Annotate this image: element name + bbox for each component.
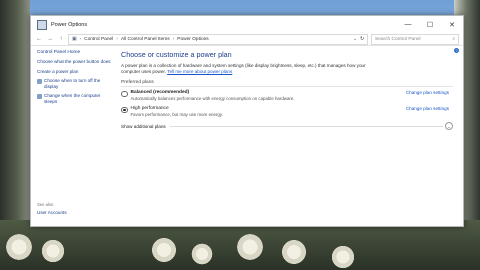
divider — [169, 125, 443, 127]
address-dropdown-icon[interactable]: ⌄ — [353, 37, 357, 42]
sleep-icon — [37, 94, 42, 100]
power-options-window: Power Options — ☐ ✕ ← → ↑ ▣ › Control Pa… — [30, 15, 464, 227]
wallpaper-flower — [4, 232, 34, 262]
search-icon: ⌕ — [452, 37, 455, 42]
description-text: A power plan is a collection of hardware… — [121, 63, 366, 74]
main-panel: Choose or customize a power plan A power… — [113, 46, 463, 226]
sidebar: Control Panel Home Choose what the power… — [31, 46, 113, 226]
plan-balanced: Balanced (recommended) Automatically bal… — [121, 90, 453, 101]
sidebar-item-label: Create a power plan — [37, 68, 79, 74]
address-row: ← → ↑ ▣ › Control Panel › All Control Pa… — [31, 33, 463, 46]
plan-name[interactable]: High performance — [131, 106, 406, 111]
sidebar-item-label: Choose what the power button does — [37, 59, 111, 64]
plan-high-performance: High performance Favors performance, but… — [121, 106, 453, 117]
high-performance-radio[interactable] — [121, 106, 128, 114]
wallpaper-flower — [150, 236, 178, 264]
see-also-user-accounts[interactable]: User Accounts — [37, 210, 67, 216]
display-icon — [37, 79, 42, 85]
breadcrumb-power-options[interactable]: Power Options — [177, 37, 208, 42]
maximize-button[interactable]: ☐ — [419, 16, 441, 33]
show-additional-plans[interactable]: Show additional plans ⌄ — [121, 122, 453, 131]
tell-me-more-link[interactable]: Tell me more about power plans — [167, 69, 232, 74]
sidebar-item-sleep[interactable]: Change when the computer sleeps — [37, 93, 113, 104]
address-bar[interactable]: ▣ › Control Panel › All Control Panel It… — [68, 33, 368, 45]
sidebar-item-label: Change when the computer sleeps — [44, 93, 101, 104]
sidebar-item-create-plan[interactable]: Create a power plan — [37, 69, 113, 75]
forward-arrow-icon[interactable]: → — [46, 36, 54, 42]
up-arrow-icon[interactable]: ↑ — [57, 36, 65, 42]
breadcrumb-control-panel[interactable]: Control Panel — [84, 37, 113, 42]
see-also-heading: See also — [37, 202, 54, 208]
balanced-radio[interactable] — [121, 90, 128, 98]
change-plan-settings-link[interactable]: Change plan settings — [406, 106, 449, 111]
page-title: Choose or customize a power plan — [121, 50, 232, 59]
preferred-plans-label: Preferred plans — [121, 80, 154, 86]
wallpaper-flower — [190, 242, 214, 266]
show-additional-plans-label: Show additional plans — [121, 123, 166, 129]
search-input[interactable]: Search Control Panel ⌕ — [371, 33, 459, 45]
breadcrumb-all-items[interactable]: All Control Panel Items — [121, 37, 170, 42]
divider — [121, 86, 453, 88]
window-title: Power Options — [51, 21, 88, 28]
close-button[interactable]: ✕ — [441, 16, 463, 33]
chevron-down-icon[interactable]: ⌄ — [445, 122, 453, 131]
sidebar-item-turn-off-display[interactable]: Choose when to turn off the display — [37, 78, 113, 89]
plan-description: Favors performance, but may use more ene… — [130, 112, 223, 118]
change-plan-settings-link[interactable]: Change plan settings — [406, 90, 449, 95]
page-description: A power plan is a collection of hardware… — [121, 63, 371, 74]
see-also-section: See also User Accounts — [37, 202, 67, 220]
back-arrow-icon[interactable]: ← — [35, 36, 43, 42]
sidebar-control-panel-home[interactable]: Control Panel Home — [37, 50, 113, 55]
power-options-app-icon — [37, 19, 47, 30]
plan-name[interactable]: Balanced (recommended) — [131, 90, 406, 95]
control-panel-icon: ▣ — [72, 36, 77, 42]
search-placeholder: Search Control Panel — [375, 36, 421, 42]
minimize-button[interactable]: — — [397, 16, 419, 33]
title-bar[interactable]: Power Options — ☐ ✕ — [31, 16, 463, 33]
wallpaper-flower — [330, 244, 356, 270]
sidebar-item-power-button[interactable]: Choose what the power button does — [37, 59, 113, 65]
plan-description: Automatically balances performance with … — [130, 96, 295, 102]
wallpaper-flower — [280, 238, 308, 266]
refresh-icon[interactable]: ↻ — [360, 37, 364, 42]
wallpaper-flower — [40, 238, 66, 264]
wallpaper-flower — [235, 232, 265, 262]
sidebar-item-label: Choose when to turn off the display — [44, 78, 101, 89]
content-area: Control Panel Home Choose what the power… — [31, 46, 463, 226]
